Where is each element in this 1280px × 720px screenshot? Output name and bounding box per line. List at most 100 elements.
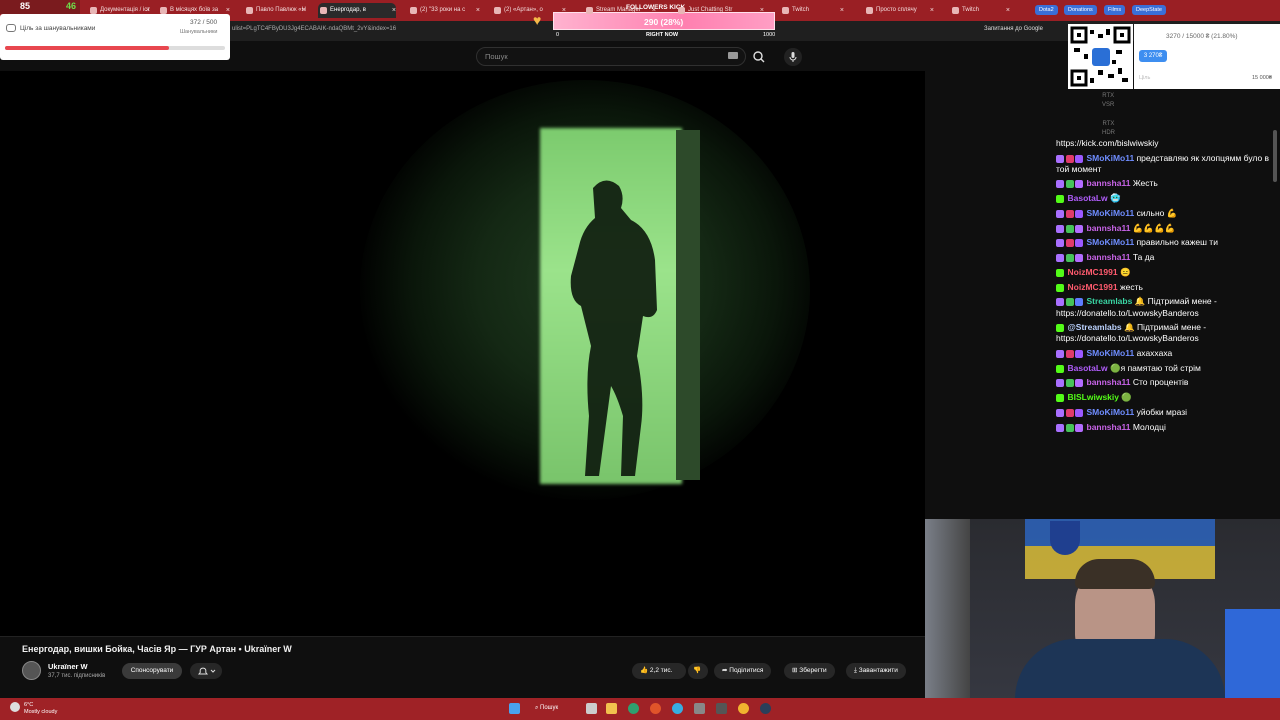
bookmark-chip[interactable]: Donations [1064,5,1097,15]
tab-close-icon[interactable]: × [146,3,150,18]
search-input[interactable]: Пошук [476,47,746,66]
door-frame [676,130,700,480]
tab-close-icon[interactable]: × [562,3,566,18]
download-button[interactable]: ⤓ Завантажити [846,663,906,679]
chat-nick[interactable]: @Streamlabs [1068,322,1122,332]
sponsor-button[interactable]: Спонсорувати [122,663,182,679]
tab-close-icon[interactable]: × [226,3,230,18]
chat-nick[interactable]: BasotaLw [1068,363,1108,373]
chat-badge-icon [1065,180,1074,189]
chat-message: Streamlabs 🔔 Підтримай мене - https://do… [1056,296,1274,318]
chat-text: 💪💪💪💪 [1132,222,1176,233]
chat-nick[interactable]: Streamlabs [1087,296,1133,306]
file-explorer-icon[interactable] [606,703,617,714]
edge-icon[interactable] [628,703,639,714]
tab-close-icon[interactable]: × [652,3,656,18]
bookmark-chip[interactable]: DeepState [1132,5,1166,15]
share-button[interactable]: ➦ Поділитися [714,663,772,679]
tab-close-icon[interactable]: × [476,3,480,18]
channel-avatar[interactable] [22,661,41,680]
start-icon[interactable] [509,703,520,714]
chat-badge-icon [1075,209,1083,218]
chat-badge-icon [1065,298,1074,307]
webcam-feed [925,519,1280,705]
tab-close-icon[interactable]: × [1006,3,1010,18]
browser-tab[interactable]: Stream Manager × [584,3,656,18]
weather-widget[interactable]: 6°C Mostly cloudy [24,702,57,716]
browser-tab[interactable]: Twitch × [780,3,844,18]
chat-nick[interactable]: SMoKiMo11 [1087,237,1135,247]
soldier-silhouette [570,180,657,476]
chat-badge-icon [1056,254,1064,262]
dislike-button[interactable]: 👎 [688,663,708,679]
tab-favicon-icon [246,7,253,14]
search-button[interactable] [748,47,770,66]
chat-nick[interactable]: SMoKiMo11 [1087,153,1135,163]
chrome-icon[interactable] [738,703,749,714]
chat-text: 🥶 [1110,193,1121,203]
chat-nick[interactable]: bannsha11 [1087,178,1131,188]
browser-tab[interactable]: Just Chatting Str × [676,3,764,18]
chat-badge-icon [1056,224,1064,233]
notifications-button[interactable] [190,663,222,679]
ask-google-link[interactable]: Запитання до Google [984,26,1043,32]
tab-label: (2) "33 роки на с [420,7,466,13]
steam-icon[interactable] [760,703,771,714]
task-view-icon[interactable] [586,703,597,714]
browser-tab[interactable]: Документація / історія× [88,3,150,18]
chat-nick[interactable]: SMoKiMo11 [1087,348,1135,358]
save-button[interactable]: ⊞ Зберегти [784,663,835,679]
bell-icon [197,667,216,675]
chat-badge-icon [1056,283,1064,292]
tab-close-icon[interactable]: × [392,3,396,18]
goal-icon [6,24,16,32]
chat-nick[interactable]: bannsha11 [1087,252,1131,262]
obs-icon[interactable] [716,703,727,714]
bookmark-chip[interactable]: Films [1104,5,1126,15]
browser-tab[interactable]: (2) «Артан», о × [492,3,566,18]
chat-nick[interactable]: bannsha11 [1087,223,1131,233]
browser-tab[interactable]: (2) "33 роки на с × [408,3,480,18]
browser-tab[interactable]: Просто сплячу × [864,3,934,18]
bookmark-chip[interactable]: Dota2 [1035,5,1058,15]
app-icon-red[interactable] [650,703,661,714]
tab-close-icon[interactable]: × [760,3,764,18]
browser-tab[interactable]: Павло Павлюк «Н × [244,3,306,18]
url-text[interactable]: ulist=PLgTC4FByDU3Jg4ECABAIK-ndaQBMt_2vY… [232,26,396,32]
chat-message: NoizMC1991 жесть [1056,282,1274,293]
chat-badges [1056,407,1085,418]
voice-search-button[interactable] [784,48,802,66]
chat-nick[interactable]: SMoKiMo11 [1087,208,1135,218]
chat-nick[interactable]: NoizMC1991 [1068,267,1118,277]
chat-badges [1056,322,1066,333]
tab-label: Twitch [962,7,980,13]
keyboard-icon[interactable] [728,52,738,59]
browser-tab[interactable]: Енергодар, в × [318,3,396,18]
rtx-label: RTX [1102,93,1115,99]
tab-label: Документація / історія [100,7,150,13]
tab-close-icon[interactable]: × [930,3,934,18]
tab-close-icon[interactable]: × [302,3,306,18]
chat-badge-icon [1075,379,1083,388]
browser-tab[interactable]: В місяцях боїв за × [158,3,230,18]
chat-nick[interactable]: bannsha11 [1087,422,1131,432]
chat-nick[interactable]: BISLwiwskiy [1068,392,1120,402]
telegram-icon[interactable] [672,703,683,714]
chat-nick[interactable]: bannsha11 [1087,377,1131,387]
chat-badge-icon [1075,154,1083,163]
chat-message: SMoKiMo11 представляю як хлопцямм було в… [1056,153,1274,175]
browser-tab[interactable]: Twitch × [950,3,1010,18]
tab-close-icon[interactable]: × [840,3,844,18]
donation-progress-text: 3270 / 15000 ₴ (21.80%) [1166,33,1238,40]
chat-message: bannsha11 Сто процентів [1056,377,1274,388]
channel-name[interactable]: Ukraїner W [48,662,88,671]
chat-nick[interactable]: SMoKiMo11 [1087,407,1135,417]
taskbar-search[interactable]: ⌕ Пошук [535,702,577,715]
chat-nick[interactable]: BasotaLw [1068,193,1108,203]
app-icon-grid[interactable] [694,703,705,714]
like-button[interactable]: 👍 2,2 тис. [632,663,686,679]
rtx-hdr-label: RTX HDR [1102,120,1115,138]
chat-nick[interactable]: NoizMC1991 [1068,282,1118,292]
chat-scrollbar[interactable] [1273,130,1277,182]
chat-badges [1056,348,1085,359]
